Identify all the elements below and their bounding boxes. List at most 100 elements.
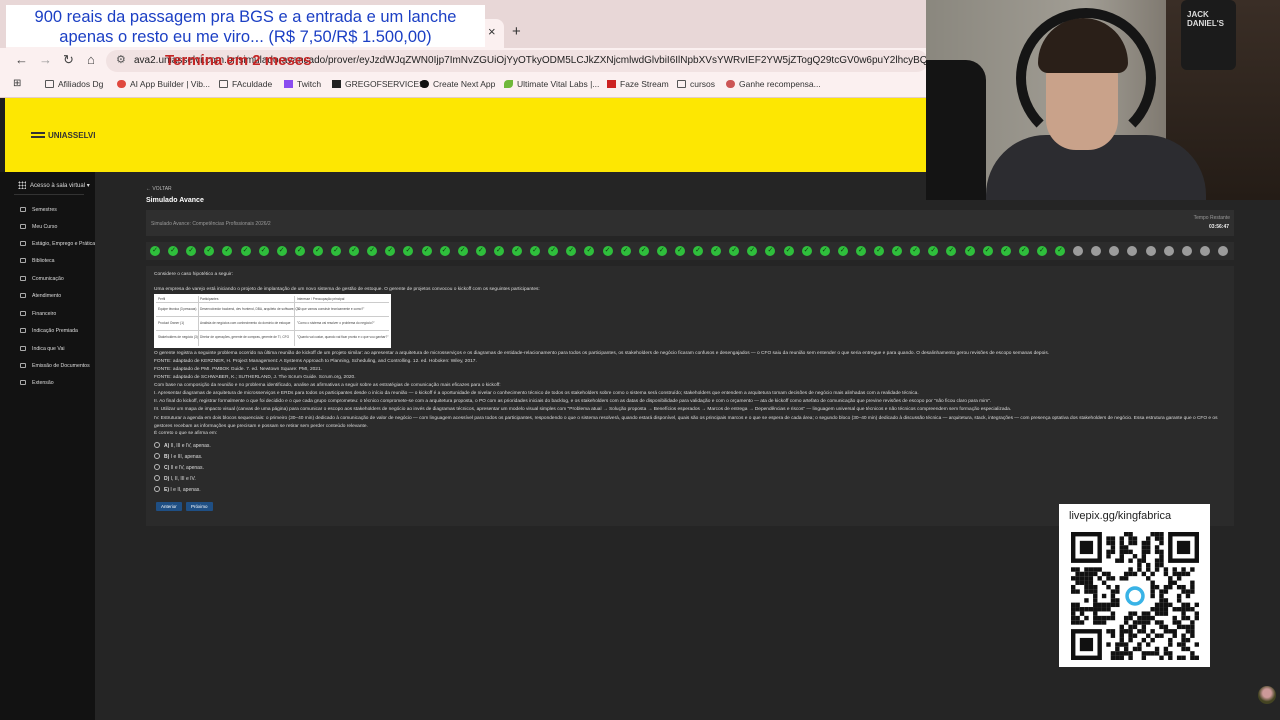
question-status-dot[interactable]: ✓ bbox=[620, 246, 631, 256]
bookmark-create-next-app[interactable]: Create Next App bbox=[420, 79, 495, 89]
question-status-dot[interactable]: ✓ bbox=[892, 246, 903, 256]
question-status-dot[interactable]: ✓ bbox=[656, 246, 667, 256]
question-status-dot[interactable]: ✓ bbox=[674, 246, 685, 256]
sidebar-item-atendimento[interactable]: Atendimento bbox=[20, 293, 61, 299]
question-status-dot[interactable]: ✓ bbox=[982, 246, 993, 256]
question-status-dot[interactable]: ✓ bbox=[1018, 246, 1029, 256]
question-status-dot[interactable]: ✓ bbox=[150, 246, 160, 256]
question-status-dot[interactable]: ✓ bbox=[874, 246, 884, 256]
new-tab-icon[interactable]: + bbox=[512, 23, 521, 40]
option-b[interactable]: B) I e III, apenas. bbox=[154, 453, 202, 460]
sidebar-item-financeiro[interactable]: Financeiro bbox=[20, 311, 56, 317]
tab-close-icon[interactable]: × bbox=[488, 24, 496, 39]
option-d[interactable]: D) I, II, III e IV. bbox=[154, 475, 196, 482]
question-status-dot[interactable]: ✓ bbox=[711, 246, 722, 256]
reload-icon[interactable]: ↻ bbox=[63, 52, 74, 68]
question-status-dot[interactable]: ✓ bbox=[421, 246, 432, 256]
question-status-dot[interactable]: ✓ bbox=[493, 246, 504, 256]
question-status-dot[interactable]: ✓ bbox=[928, 246, 939, 256]
question-status-dot[interactable]: ✓ bbox=[819, 246, 830, 256]
question-status-dot[interactable] bbox=[1109, 246, 1120, 256]
question-status-dot[interactable]: ✓ bbox=[765, 246, 776, 256]
question-status-dot[interactable]: ✓ bbox=[602, 246, 613, 256]
question-status-dot[interactable] bbox=[1199, 246, 1210, 256]
question-status-dot[interactable]: ✓ bbox=[439, 246, 450, 256]
bookmark-gregofservices[interactable]: GREGOFSERVICES bbox=[332, 79, 425, 89]
previous-button[interactable]: Anterior bbox=[156, 502, 182, 511]
bookmark-twitch[interactable]: Twitch bbox=[284, 79, 321, 89]
question-status-dot[interactable]: ✓ bbox=[222, 246, 233, 256]
question-status-dot[interactable] bbox=[1145, 246, 1156, 256]
question-status-dot[interactable]: ✓ bbox=[331, 246, 341, 256]
sidebar-item-emissao-documentos[interactable]: Emissão de Documentos bbox=[20, 363, 90, 369]
bookmark-ganhe[interactable]: Ganhe recompensa... bbox=[726, 79, 821, 89]
question-status-dot[interactable]: ✓ bbox=[747, 246, 758, 256]
question-status-dot[interactable]: ✓ bbox=[276, 246, 287, 256]
forward-arrow-icon[interactable]: → bbox=[39, 52, 52, 67]
question-status-dot[interactable]: ✓ bbox=[475, 246, 486, 256]
bookmark-cursos[interactable]: cursos bbox=[677, 79, 715, 89]
uniasselvi-logo[interactable]: UNIASSELVI bbox=[31, 131, 95, 140]
home-icon[interactable]: ⌂ bbox=[87, 52, 95, 67]
question-status-dot[interactable] bbox=[1181, 246, 1192, 256]
option-a[interactable]: A) II, III e IV, apenas. bbox=[154, 442, 211, 449]
question-status-dot[interactable]: ✓ bbox=[837, 246, 848, 256]
question-status-dot[interactable]: ✓ bbox=[457, 246, 468, 256]
question-status-dot[interactable]: ✓ bbox=[186, 246, 197, 256]
question-status-dot[interactable]: ✓ bbox=[855, 246, 866, 256]
radio-icon[interactable] bbox=[154, 486, 160, 492]
sidebar-item-extensao[interactable]: Extensão bbox=[20, 380, 54, 386]
question-status-dot[interactable]: ✓ bbox=[801, 246, 812, 256]
bookmark-faculdade[interactable]: FAculdade bbox=[219, 79, 272, 89]
radio-icon[interactable] bbox=[154, 442, 160, 448]
question-status-dot[interactable] bbox=[1163, 246, 1174, 256]
back-link[interactable]: ← VOLTAR bbox=[146, 186, 172, 192]
bookmark-ultimate-vital[interactable]: Ultimate Vital Labs |... bbox=[504, 79, 599, 89]
question-status-dot[interactable]: ✓ bbox=[512, 246, 522, 256]
question-status-dot[interactable] bbox=[1217, 246, 1228, 256]
question-status-dot[interactable]: ✓ bbox=[783, 246, 794, 256]
sidebar-item-indica-que-vai[interactable]: Indica que Vai bbox=[20, 346, 65, 352]
question-status-dot[interactable]: ✓ bbox=[168, 246, 179, 256]
back-arrow-icon[interactable]: ← bbox=[15, 52, 28, 67]
radio-icon[interactable] bbox=[154, 453, 160, 459]
question-status-dot[interactable]: ✓ bbox=[1055, 246, 1065, 256]
question-status-dot[interactable]: ✓ bbox=[530, 246, 541, 256]
question-status-dot[interactable]: ✓ bbox=[548, 246, 559, 256]
bookmark-ai-app-builder[interactable]: AI App Builder | Vib... bbox=[117, 79, 210, 89]
sidebar-item-meu-curso[interactable]: Meu Curso bbox=[20, 224, 57, 230]
site-info-icon[interactable]: ⚙ bbox=[116, 53, 126, 66]
radio-icon[interactable] bbox=[154, 475, 160, 481]
question-status-dot[interactable]: ✓ bbox=[204, 246, 215, 256]
bookmark-afiliados[interactable]: Afiliados Dg bbox=[45, 79, 103, 89]
sidebar-item-estagio[interactable]: Estágio, Emprego e Práticas bbox=[20, 241, 98, 247]
question-status-dot[interactable]: ✓ bbox=[385, 246, 396, 256]
question-status-dot[interactable]: ✓ bbox=[584, 246, 595, 256]
sidebar-item-comunicacao[interactable]: Comunicação bbox=[20, 276, 64, 282]
question-status-dot[interactable] bbox=[1091, 246, 1102, 256]
option-c[interactable]: C) II e IV, apenas. bbox=[154, 464, 204, 471]
question-status-dot[interactable]: ✓ bbox=[403, 246, 414, 256]
question-status-dot[interactable]: ✓ bbox=[638, 246, 649, 256]
question-status-dot[interactable]: ✓ bbox=[367, 246, 378, 256]
question-status-dot[interactable]: ✓ bbox=[729, 246, 740, 256]
question-status-dot[interactable]: ✓ bbox=[946, 246, 957, 256]
sidebar-menu-toggle[interactable]: Acesso à sala virtual ▾ bbox=[18, 181, 90, 189]
bookmark-faze-stream[interactable]: Faze Stream bbox=[607, 79, 669, 89]
question-status-dot[interactable]: ✓ bbox=[1000, 246, 1011, 256]
question-status-dot[interactable]: ✓ bbox=[312, 246, 323, 256]
next-button[interactable]: Próximo bbox=[186, 502, 213, 511]
radio-icon[interactable] bbox=[154, 464, 160, 470]
question-status-dot[interactable]: ✓ bbox=[566, 246, 577, 256]
question-status-dot[interactable] bbox=[1127, 246, 1138, 256]
question-status-dot[interactable]: ✓ bbox=[240, 246, 251, 256]
avatar[interactable] bbox=[1258, 686, 1276, 704]
option-e[interactable]: E) I e II, apenas. bbox=[154, 486, 201, 493]
question-status-dot[interactable] bbox=[1073, 246, 1084, 256]
question-status-dot[interactable]: ✓ bbox=[1036, 246, 1047, 256]
sidebar-item-semestres[interactable]: Semestres bbox=[20, 207, 57, 213]
question-status-dot[interactable]: ✓ bbox=[258, 246, 269, 256]
question-status-dot[interactable]: ✓ bbox=[693, 246, 703, 256]
question-status-dot[interactable]: ✓ bbox=[349, 246, 360, 256]
sidebar-item-biblioteca[interactable]: Biblioteca bbox=[20, 258, 55, 264]
